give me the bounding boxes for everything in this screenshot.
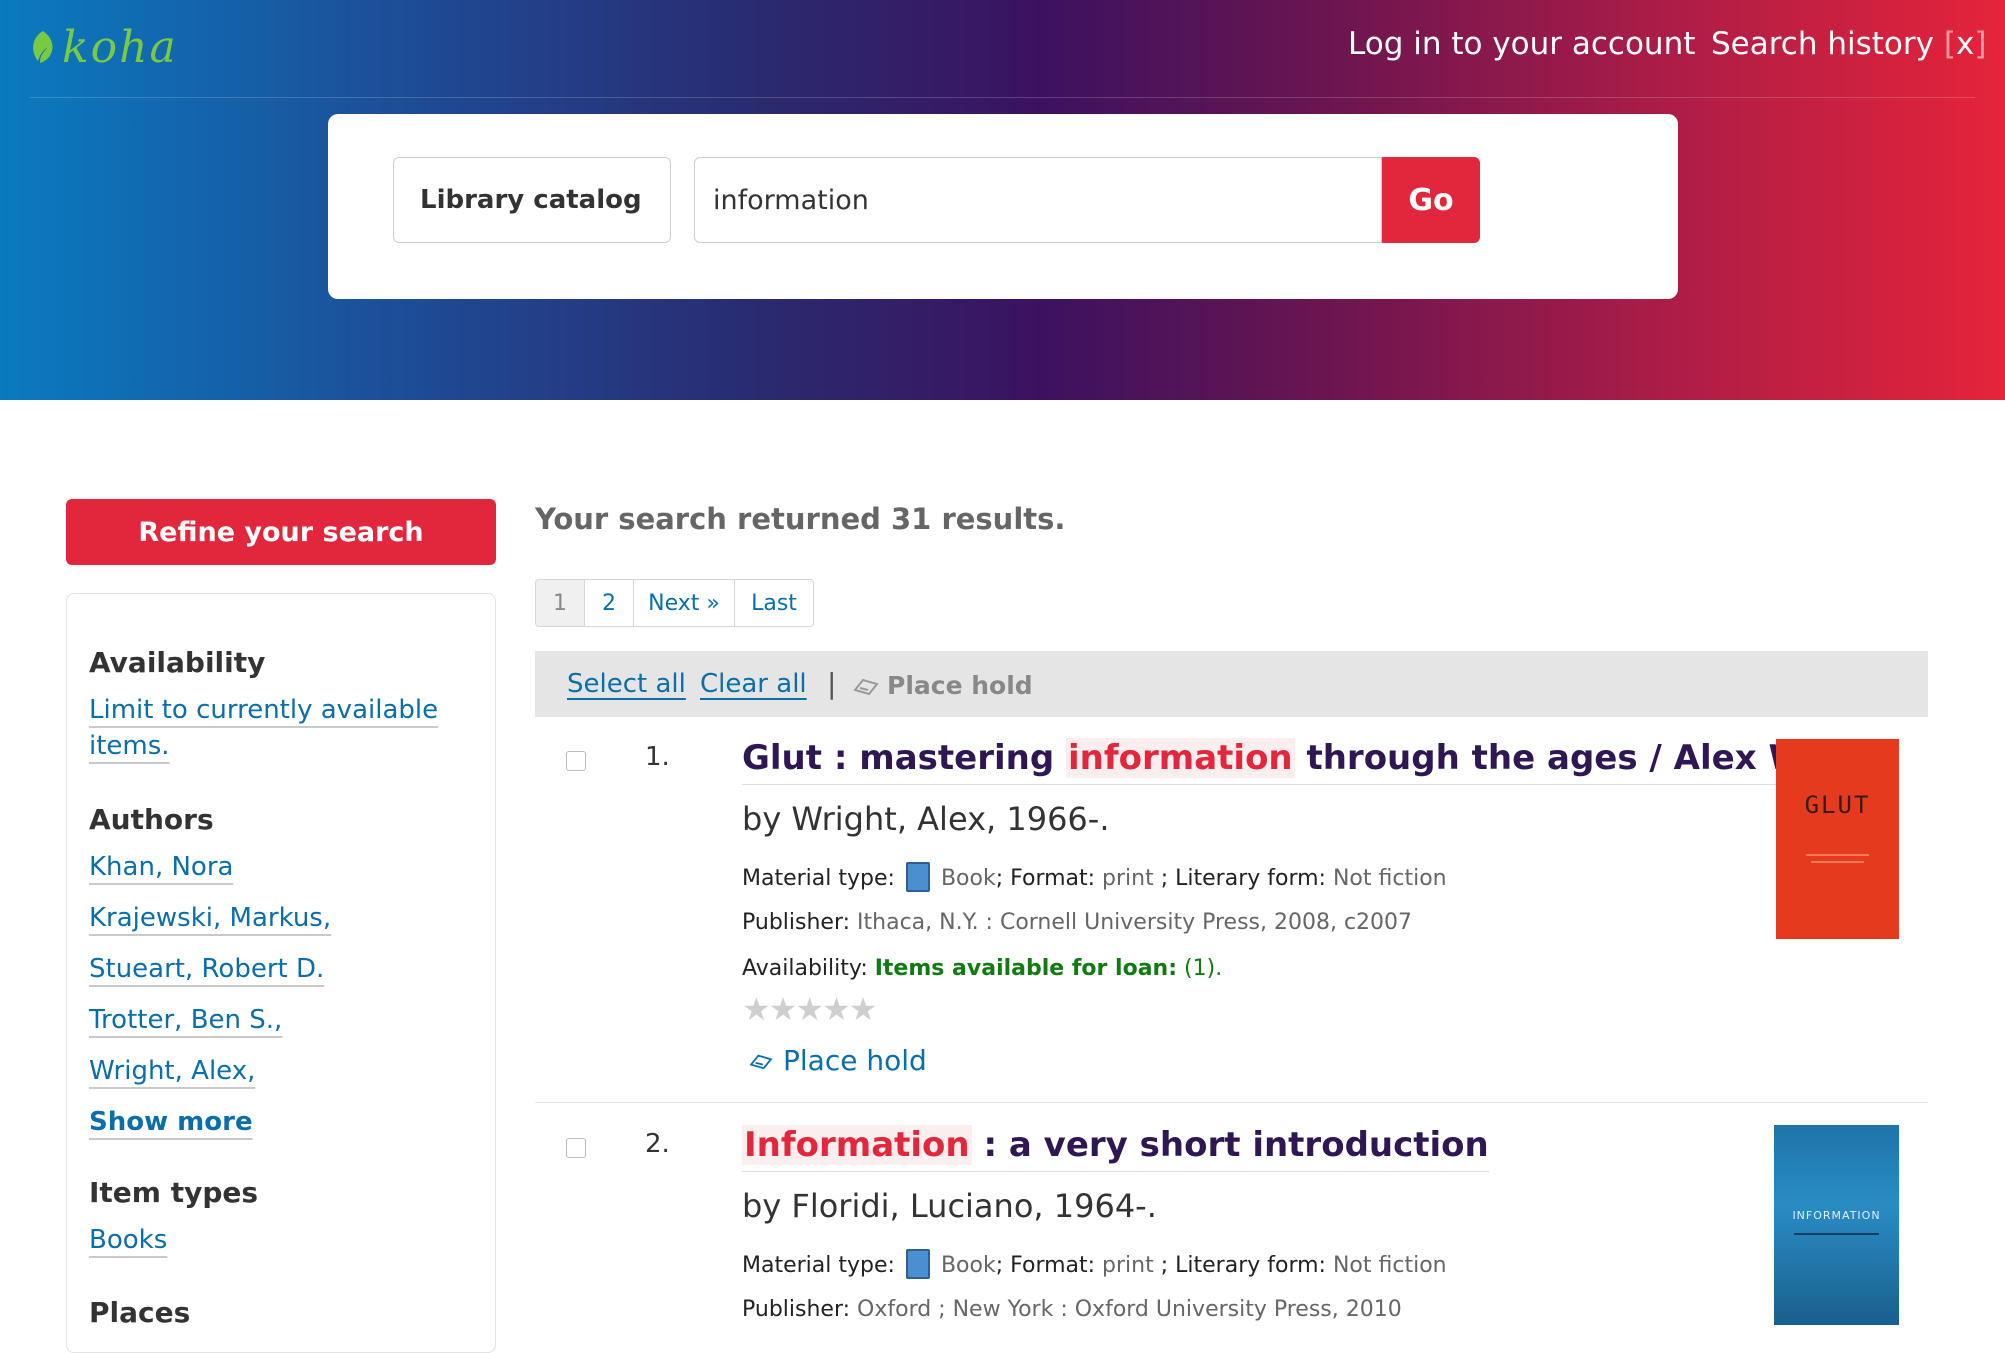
availability-value: Items available for loan:	[874, 956, 1178, 981]
clear-all-link[interactable]: Clear all	[700, 669, 807, 699]
literary-value: Not fiction	[1332, 866, 1447, 891]
show-more-authors-link[interactable]: Show more	[89, 1107, 253, 1137]
result-title-link[interactable]: Glut : mastering information through the…	[742, 738, 1899, 785]
facets-panel: Availability Limit to currently availabl…	[66, 593, 496, 1353]
format-value: print	[1102, 866, 1154, 891]
hold-icon	[853, 678, 879, 695]
author-facet-link[interactable]: Khan, Nora	[89, 852, 233, 882]
result-checkbox[interactable]	[566, 751, 586, 771]
book-icon	[905, 862, 930, 892]
availability-count: (1).	[1184, 956, 1223, 981]
result-author: by Floridi, Luciano, 1964-.	[742, 1187, 1157, 1225]
publisher-label: Publisher:	[742, 1297, 851, 1322]
toolbar-place-hold-button[interactable]: Place hold	[853, 671, 1033, 700]
result-material-line: Material type: Book; Format: print ; Lit…	[742, 862, 1447, 894]
availability-label: Availability:	[742, 956, 868, 981]
format-label: ; Format:	[995, 866, 1096, 891]
result-material-line: Material type: Book; Format: print ; Lit…	[742, 1249, 1447, 1281]
literary-label: ; Literary form:	[1153, 866, 1326, 891]
koha-logo[interactable]: koha	[28, 21, 178, 73]
catalog-select[interactable]: Library catalog	[393, 157, 671, 243]
publisher-value: Ithaca, N.Y. : Cornell University Press,…	[857, 910, 1413, 935]
koha-leaf-icon	[33, 31, 53, 63]
header-banner: koha Log in to your account Search histo…	[0, 0, 2005, 400]
result-item: 2. Information : a very short introducti…	[535, 1125, 1928, 1332]
title-highlight: information	[1066, 738, 1295, 778]
publisher-value: Oxford ; New York : Oxford University Pr…	[857, 1297, 1402, 1322]
authors-heading: Authors	[89, 803, 214, 836]
hold-icon	[749, 1054, 773, 1069]
literary-value: Not fiction	[1332, 1253, 1447, 1278]
result-availability-line: Availability: Items available for loan: …	[742, 956, 1222, 981]
cover-title: INFORMATION	[1792, 1209, 1881, 1222]
cover-decoration	[1811, 861, 1864, 863]
author-facet-link[interactable]: Krajewski, Markus,	[89, 903, 331, 933]
author-facet-link[interactable]: Wright, Alex,	[89, 1056, 255, 1086]
format-value: print	[1102, 1253, 1154, 1278]
next-page-link[interactable]: Next »	[634, 580, 735, 626]
login-link[interactable]: Log in to your account	[1348, 26, 1695, 62]
select-all-link[interactable]: Select all	[567, 669, 686, 699]
cover-decoration	[1806, 854, 1869, 856]
rating-stars[interactable]: ★★★★★	[742, 990, 877, 1028]
search-input[interactable]: information	[694, 157, 1382, 243]
toolbar-separator: |	[827, 667, 837, 700]
logo-text: koha	[62, 21, 178, 73]
book-cover[interactable]: INFORMATION	[1774, 1125, 1899, 1325]
place-hold-link[interactable]: Place hold	[749, 1044, 927, 1077]
author-facet-link[interactable]: Trotter, Ben S.,	[89, 1005, 282, 1035]
toolbar-place-hold-label: Place hold	[887, 671, 1033, 700]
result-checkbox[interactable]	[566, 1138, 586, 1158]
result-title-link[interactable]: Information : a very short introduction	[742, 1125, 1489, 1172]
limit-available-link-cont[interactable]: items.	[89, 731, 170, 761]
pagination: 1 2 Next » Last	[535, 579, 814, 627]
item-type-facet-link[interactable]: Books	[89, 1225, 167, 1255]
result-author: by Wright, Alex, 1966-.	[742, 800, 1110, 838]
title-text: Glut : mastering	[742, 738, 1067, 778]
result-item: 1. Glut : mastering information through …	[535, 738, 1928, 1098]
last-page-link[interactable]: Last	[735, 580, 813, 626]
search-panel: Library catalog information Go	[328, 114, 1678, 299]
results-count: Your search returned 31 results.	[535, 502, 1066, 536]
result-publisher-line: Publisher: Ithaca, N.Y. : Cornell Univer…	[742, 910, 1412, 935]
header-divider	[30, 97, 1975, 98]
refine-search-button[interactable]: Refine your search	[66, 499, 496, 565]
publisher-label: Publisher:	[742, 910, 851, 935]
result-number: 1.	[645, 742, 670, 772]
author-facet-link[interactable]: Stueart, Robert D.	[89, 954, 324, 984]
clear-history-label: x	[1955, 26, 1975, 62]
material-label: Material type:	[742, 866, 895, 891]
results-toolbar: Select all Clear all | Place hold	[535, 651, 1928, 717]
material-label: Material type:	[742, 1253, 895, 1278]
places-heading: Places	[89, 1296, 191, 1329]
title-text: : a very short introduction	[971, 1125, 1489, 1165]
cover-title: GLUT	[1804, 791, 1871, 819]
material-value: Book	[940, 1253, 996, 1278]
result-divider	[535, 1102, 1928, 1103]
result-publisher-line: Publisher: Oxford ; New York : Oxford Un…	[742, 1297, 1402, 1322]
result-number: 2.	[645, 1129, 670, 1159]
search-history-link[interactable]: Search history	[1711, 26, 1934, 62]
book-cover[interactable]: GLUT	[1776, 739, 1899, 939]
title-highlight: Information	[742, 1125, 972, 1165]
material-value: Book	[940, 866, 996, 891]
literary-label: ; Literary form:	[1153, 1253, 1326, 1278]
book-icon	[905, 1249, 930, 1279]
limit-available-link[interactable]: Limit to currently available	[89, 695, 438, 725]
place-hold-label: Place hold	[783, 1044, 927, 1077]
go-button[interactable]: Go	[1382, 157, 1480, 243]
cover-decoration	[1794, 1233, 1879, 1235]
item-types-heading: Item types	[89, 1176, 259, 1209]
page-1-current: 1	[536, 580, 585, 626]
page-2-link[interactable]: 2	[585, 580, 634, 626]
availability-heading: Availability	[89, 646, 266, 679]
format-label: ; Format:	[995, 1253, 1096, 1278]
search-history: Search history [x]	[1711, 26, 1986, 62]
clear-history-button[interactable]: [x]	[1944, 26, 1987, 62]
